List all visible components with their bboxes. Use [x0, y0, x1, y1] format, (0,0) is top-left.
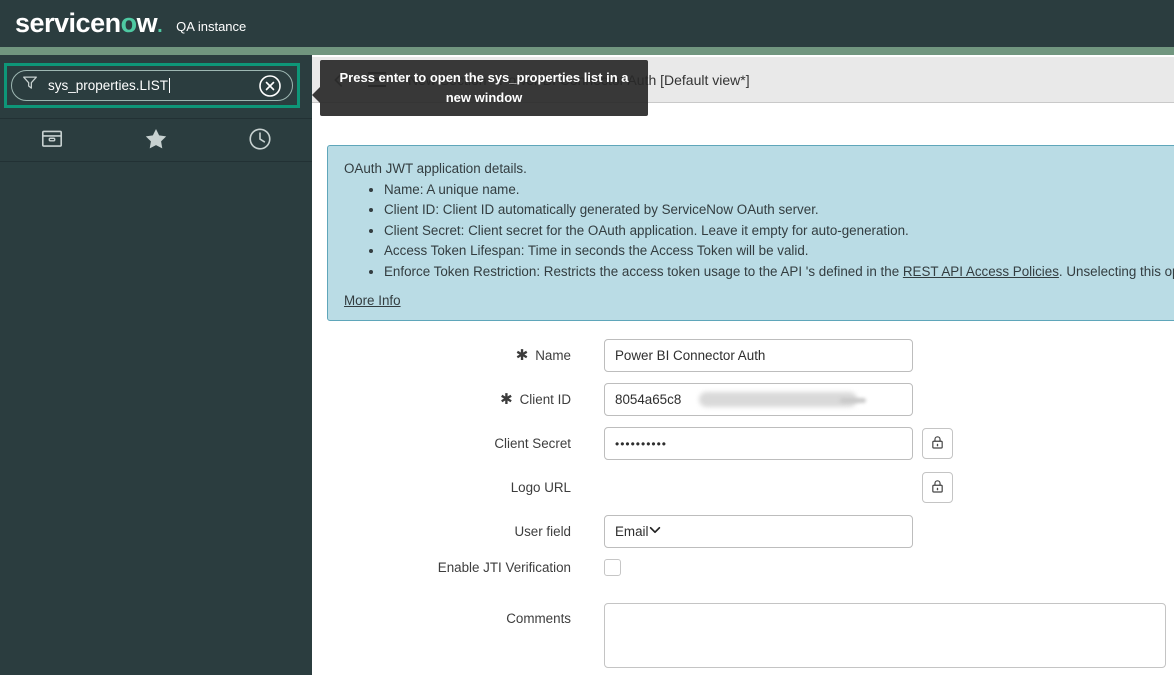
instance-label: QA instance: [176, 13, 246, 34]
more-info-link[interactable]: More Info: [344, 293, 401, 308]
top-header: servicenow. QA instance: [0, 0, 1174, 47]
sidebar-tab-all-applications[interactable]: [0, 119, 104, 161]
logo-url-row: Logo URL: [312, 471, 953, 504]
tooltip-text: Press enter to open the sys_properties l…: [340, 70, 629, 105]
client-secret-field[interactable]: [604, 427, 913, 460]
header-accent-strip: [0, 47, 1174, 55]
comments-field[interactable]: [604, 603, 1166, 668]
client-id-label: ✱ Client ID: [312, 392, 571, 407]
logo-url-label: Logo URL: [312, 480, 571, 495]
logo-o-glyph: o: [121, 8, 137, 38]
tooltip: Press enter to open the sys_properties l…: [320, 60, 648, 116]
filter-icon: [21, 74, 39, 97]
info-bullet-text-end: . Unselecting this option: [1059, 264, 1174, 279]
filter-navigator-search-input[interactable]: sys_properties.LIST: [11, 70, 293, 101]
clear-search-icon[interactable]: [258, 74, 282, 98]
name-field[interactable]: [604, 339, 913, 372]
user-field-label: User field: [312, 524, 571, 539]
info-bullet-text: Enforce Token Restriction: Restricts the…: [384, 264, 903, 279]
oauth-info-box: OAuth JWT application details. Name: A u…: [327, 145, 1174, 321]
logo-text: servicen: [15, 8, 121, 38]
sidebar-tab-favorites[interactable]: [104, 119, 208, 161]
comments-label: Comments: [312, 603, 571, 626]
text-cursor: [169, 78, 170, 93]
user-field-row: User field Email: [312, 515, 913, 548]
enable-jti-checkbox[interactable]: [604, 559, 621, 576]
name-label: ✱ Name: [312, 348, 571, 363]
client-secret-label: Client Secret: [312, 436, 571, 451]
client-id-field[interactable]: [604, 383, 913, 416]
jti-label: Enable JTI Verification: [312, 560, 571, 575]
servicenow-logo[interactable]: servicenow.: [15, 10, 162, 37]
lock-icon: [929, 478, 946, 498]
user-field-selected-value: Email: [615, 524, 648, 539]
info-bullet: Client ID: Client ID automatically gener…: [384, 200, 1174, 221]
required-icon: ✱: [500, 392, 513, 407]
rest-api-access-policies-link[interactable]: REST API Access Policies: [903, 264, 1059, 279]
logo-url-lock-button[interactable]: [922, 472, 953, 503]
search-focus-highlight: sys_properties.LIST: [4, 63, 300, 108]
jti-row: Enable JTI Verification: [312, 559, 621, 576]
lock-icon: [929, 434, 946, 454]
name-row: ✱ Name: [312, 339, 913, 372]
info-bullet: Enforce Token Restriction: Restricts the…: [384, 262, 1174, 283]
sidebar-tabs: [0, 118, 312, 162]
required-icon: ✱: [516, 348, 529, 363]
logo-url-empty-value: [604, 471, 913, 504]
logo-text-end: w: [137, 8, 158, 38]
client-secret-lock-button[interactable]: [922, 428, 953, 459]
chevron-down-icon: [648, 523, 662, 540]
info-bullet: Name: A unique name.: [384, 180, 1174, 201]
info-bullet: Client Secret: Client secret for the OAu…: [384, 221, 1174, 242]
sidebar-tab-history[interactable]: [208, 119, 312, 161]
clock-icon: [247, 126, 273, 155]
user-field-select[interactable]: Email: [604, 515, 913, 548]
comments-row: Comments: [312, 603, 1166, 668]
info-bullet: Access Token Lifespan: Time in seconds t…: [384, 241, 1174, 262]
search-input-value: sys_properties.LIST: [48, 78, 168, 93]
client-id-row: ✱ Client ID: [312, 383, 913, 416]
archive-icon: [39, 126, 65, 155]
servicenow-app: servicenow. QA instance sys_properties.L…: [0, 0, 1174, 675]
filter-navigator-sidebar: sys_properties.LIST: [0, 55, 312, 675]
info-bullet-list: Name: A unique name. Client ID: Client I…: [344, 180, 1174, 283]
star-icon: [143, 126, 169, 155]
client-secret-row: Client Secret: [312, 427, 953, 460]
logo-trademark-dot: .: [157, 15, 162, 37]
tooltip-arrow: [312, 87, 320, 103]
info-intro: OAuth JWT application details.: [344, 159, 1174, 180]
